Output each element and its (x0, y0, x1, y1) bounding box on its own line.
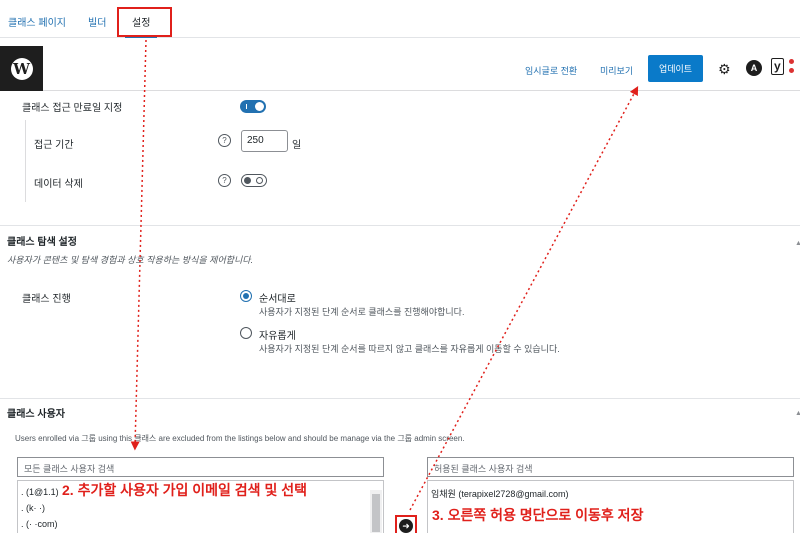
section-divider (0, 225, 800, 226)
collapse-icon[interactable]: ▲ (795, 410, 800, 417)
option-sequential-title: 순서대로 (259, 294, 296, 305)
arrow-to-search (130, 39, 147, 451)
yoast-status-dots (789, 59, 794, 73)
progress-label: 클래스 진행 (22, 294, 71, 305)
option-free-desc: 사용자가 지정된 단계 순서를 따르지 않고 클래스를 자유롭게 이동할 수 있… (259, 344, 560, 354)
option-sequential-desc: 사용자가 지정된 단계 순서로 클래스를 진행해야합니다. (259, 307, 465, 317)
users-note: Users enrolled via 그룹 using this 클래스 are… (15, 434, 465, 443)
user-list-scrollbar[interactable] (370, 490, 382, 533)
wordpress-icon: W (10, 57, 33, 80)
preview-button[interactable]: 미리보기 (600, 64, 633, 77)
arrow-right-icon: ➜ (399, 519, 413, 533)
user-list-item[interactable]: . (· ·com) (21, 519, 58, 529)
annotation-highlight-box (117, 7, 172, 37)
wordpress-logo-button[interactable]: W (0, 46, 43, 91)
astra-icon[interactable]: A (746, 60, 762, 76)
all-users-search-input[interactable]: 모든 클래스 사용자 검색 (17, 457, 384, 477)
expiry-label: 클래스 접근 만료일 지정 (22, 103, 123, 114)
tab-class-page[interactable]: 클래스 페이지 (8, 14, 66, 29)
navigation-description: 사용자가 콘텐츠 및 탐색 경험과 상호 작용하는 방식을 제어합니다. (7, 255, 254, 265)
tab-builder[interactable]: 빌더 (88, 14, 106, 29)
update-button[interactable]: 업데이트 (648, 55, 703, 82)
annotation-step-3: 3. 오른쪽 허용 명단으로 이동후 저장 (432, 507, 644, 523)
section-divider (0, 398, 800, 399)
option-free-title: 자유롭게 (259, 331, 296, 342)
delete-data-toggle[interactable] (241, 174, 267, 187)
navigation-heading: 클래스 탐색 설정 (7, 237, 77, 248)
allowed-users-search-input[interactable]: 허용된 클래스 사용자 검색 (427, 457, 794, 477)
access-period-input[interactable]: 250 (241, 130, 288, 152)
radio-free[interactable] (240, 327, 252, 339)
radio-sequential[interactable] (240, 290, 252, 302)
yoast-icon[interactable]: y (771, 58, 784, 75)
gear-icon[interactable]: ⚙ (718, 61, 731, 78)
period-unit: 일 (292, 140, 302, 151)
indent-rule (25, 120, 26, 202)
help-icon[interactable]: ? (218, 174, 231, 187)
expiry-toggle[interactable] (240, 100, 266, 113)
period-label: 접근 기간 (34, 140, 74, 151)
move-to-allowed-button[interactable]: ➜ (395, 515, 417, 533)
collapse-icon[interactable]: ▲ (795, 240, 800, 247)
allowed-user-item[interactable]: 임채원 (terapixel2728@gmail.com) (431, 487, 569, 500)
tab-bar: 클래스 페이지 빌더 설정 (0, 0, 800, 38)
annotation-step-2: 2. 추가할 사용자 가입 이메일 검색 및 선택 (62, 482, 307, 498)
editor-header: W 임시글로 전환 미리보기 업데이트 ⚙ A y (0, 46, 800, 91)
user-list-item[interactable]: . (1@1.1) (21, 487, 59, 497)
user-list-item[interactable]: . (k· ·) (21, 503, 45, 513)
help-icon[interactable]: ? (218, 134, 231, 147)
delete-data-label: 데이터 삭제 (34, 179, 83, 190)
arrow-to-update (409, 86, 639, 511)
switch-to-draft-button[interactable]: 임시글로 전환 (525, 64, 577, 77)
users-heading: 클래스 사용자 (7, 409, 65, 420)
